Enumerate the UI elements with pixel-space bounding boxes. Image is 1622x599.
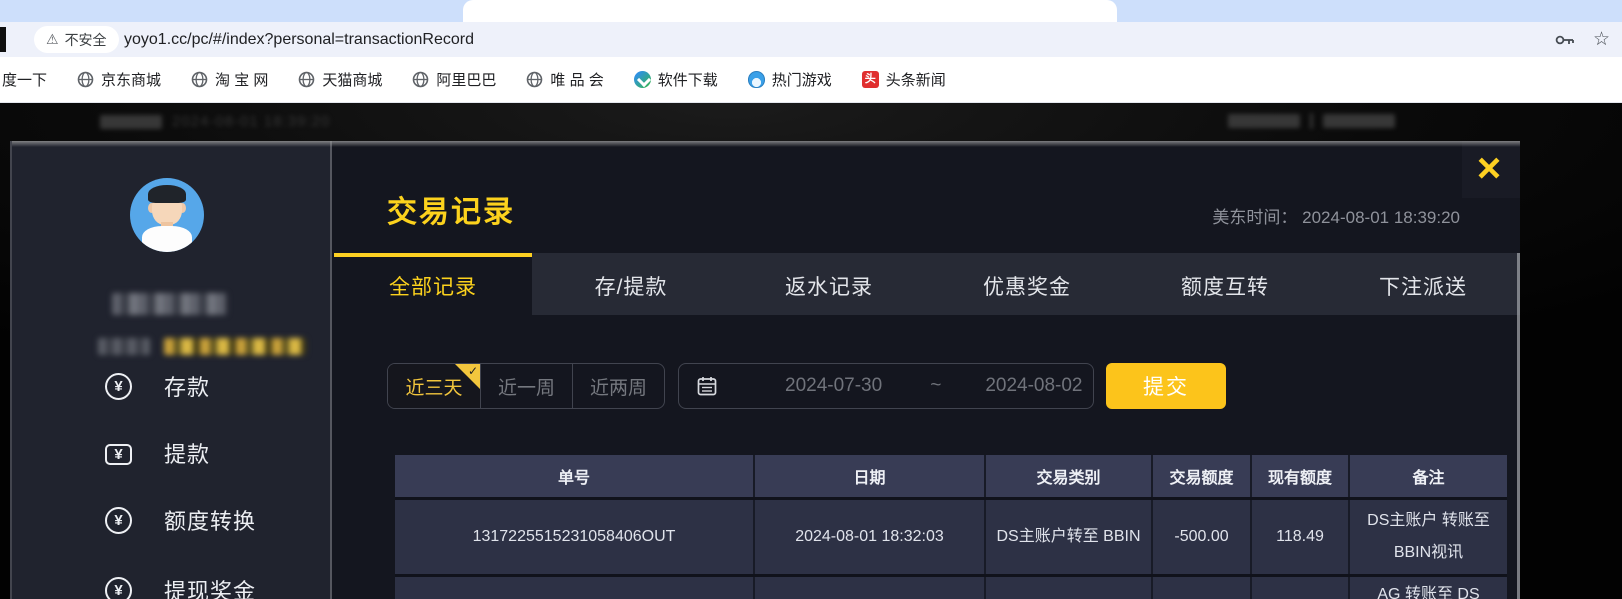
globe-icon: [77, 71, 94, 88]
modal-top-gradient: [12, 141, 1520, 147]
warning-icon: ⚠: [46, 31, 59, 48]
transfer-yen-icon: ¥: [105, 507, 132, 534]
globe-icon: [298, 71, 315, 88]
bookmark-star-icon[interactable]: ☆: [1593, 28, 1610, 51]
tab-bet-dispatch[interactable]: 下注派送: [1324, 253, 1520, 315]
table-row: 1317225515231058406OUT 2024-08-01 18:32:…: [395, 500, 1507, 574]
tab-all-records[interactable]: 全部记录: [334, 253, 532, 315]
browser-tabstrip: [0, 0, 1622, 22]
modal-content: × 交易记录 美东时间： 2024-08-01 18:39:20 全部记录 存/…: [334, 141, 1520, 599]
bookmarks-bar: 度一下 京东商城 淘 宝 网 天猫商城 阿里巴巴 唯 品 会 软件下载 热门游戏: [0, 57, 1622, 103]
username-blurred: [112, 293, 227, 315]
filter-row: 近三天 ✓ 近一周 近两周 2024-07-30 ~ 2024-08-02 提交: [334, 363, 1520, 409]
check-icon: ✓: [468, 364, 478, 378]
security-chip[interactable]: ⚠ 不安全: [34, 26, 119, 53]
date-range-picker[interactable]: 2024-07-30 ~ 2024-08-02: [678, 363, 1094, 409]
modal-title: 交易记录: [387, 187, 515, 231]
submit-button[interactable]: 提交: [1106, 363, 1226, 409]
close-icon[interactable]: ×: [1466, 143, 1512, 193]
cell-balance: 118.49: [1250, 500, 1348, 574]
bookmark-item[interactable]: 头 头条新闻: [862, 69, 946, 90]
range-last-week[interactable]: 近一周: [480, 364, 572, 408]
col-order-no: 单号: [395, 455, 753, 497]
sidebar-item-withdraw[interactable]: ¥ 提款: [12, 436, 332, 470]
tab-rebate-records[interactable]: 返水记录: [730, 253, 928, 315]
globe-icon: [412, 71, 429, 88]
bookmark-item[interactable]: 天猫商城: [298, 69, 382, 90]
bonus-yen-icon: ¥: [105, 577, 132, 599]
col-date: 日期: [753, 455, 984, 497]
cell-balance: [1250, 577, 1348, 599]
cell-amount: [1151, 577, 1250, 599]
date-separator: ~: [930, 375, 941, 397]
blurred-draw-info: 2024-08-01 18:39:20: [100, 113, 330, 130]
cell-type: [984, 577, 1151, 599]
transaction-record-modal: ¥ 存款 ¥ 提款 ¥ 额度转换 ¥ 提现奖金 × 交易记录 美东时间：: [10, 141, 1520, 599]
balance-amount-blurred: [164, 338, 306, 355]
eastern-time: 美东时间： 2024-08-01 18:39:20: [1212, 203, 1460, 228]
cell-date: [753, 577, 984, 599]
account-sidebar: ¥ 存款 ¥ 提款 ¥ 额度转换 ¥ 提现奖金: [12, 141, 332, 599]
table-header-row: 单号 日期 交易类别 交易额度 现有额度 备注: [395, 455, 1507, 497]
sidebar-item-deposit[interactable]: ¥ 存款: [12, 369, 332, 403]
globe-icon: [526, 71, 543, 88]
bookmark-item[interactable]: 淘 宝 网: [191, 69, 268, 90]
bookmark-item[interactable]: 京东商城: [77, 69, 161, 90]
bookmark-item[interactable]: 热门游戏: [748, 69, 832, 90]
range-last-3-days[interactable]: 近三天 ✓: [388, 364, 480, 408]
globe-icon: [191, 71, 208, 88]
cell-remark: DS主账户 转账至 BBIN视讯: [1348, 500, 1507, 574]
sidebar-item-withdraw-bonus[interactable]: ¥ 提现奖金: [12, 573, 332, 599]
deposit-yen-icon: ¥: [105, 373, 132, 400]
date-from-value[interactable]: 2024-07-30: [785, 375, 882, 397]
software-download-icon: [634, 71, 651, 88]
screen: ⚠ 不安全 yoyo1.cc/pc/#/index?personal=trans…: [0, 0, 1622, 599]
penguin-game-icon: [748, 71, 765, 88]
tab-deposit-withdraw[interactable]: 存/提款: [532, 253, 730, 315]
bookmark-item[interactable]: 唯 品 会: [526, 69, 603, 90]
blurred-page-links: [1228, 113, 1395, 129]
date-to-value[interactable]: 2024-08-02: [985, 375, 1082, 397]
security-chip-label: 不安全: [65, 30, 107, 50]
bookmark-item[interactable]: 软件下载: [634, 69, 718, 90]
url-text[interactable]: yoyo1.cc/pc/#/index?personal=transaction…: [124, 22, 474, 57]
cell-date: 2024-08-01 18:32:03: [753, 500, 984, 574]
cell-type: DS主账户转至 BBIN: [984, 500, 1151, 574]
withdraw-ticket-icon: ¥: [105, 444, 132, 465]
sidebar-item-credit-transfer[interactable]: ¥ 额度转换: [12, 503, 332, 537]
avatar[interactable]: [130, 178, 204, 252]
table-row: AG 转账至 DS: [395, 577, 1507, 599]
tab-credit-transfer[interactable]: 额度互转: [1126, 253, 1324, 315]
balance-label-blurred: [98, 338, 150, 355]
modal-scrollbar[interactable]: [1517, 253, 1520, 599]
bookmark-item[interactable]: 度一下: [2, 69, 47, 90]
browser-urlbar: ⚠ 不安全 yoyo1.cc/pc/#/index?personal=trans…: [0, 22, 1622, 57]
tab-promo-bonus[interactable]: 优惠奖金: [928, 253, 1126, 315]
col-remark: 备注: [1348, 455, 1507, 497]
timezone-label: 美东时间：: [1212, 208, 1297, 227]
bookmark-item[interactable]: 阿里巴巴: [412, 69, 496, 90]
quick-range-group: 近三天 ✓ 近一周 近两周: [387, 363, 665, 409]
browser-active-tab[interactable]: [463, 0, 1117, 22]
window-edge: [0, 27, 6, 52]
cell-remark: AG 转账至 DS: [1348, 577, 1507, 599]
cell-order-no: 1317225515231058406OUT: [395, 500, 753, 574]
toutiao-news-icon: 头: [862, 71, 879, 88]
transactions-table: 单号 日期 交易类别 交易额度 现有额度 备注 1317225515231058…: [395, 455, 1507, 599]
range-last-2-weeks[interactable]: 近两周: [572, 364, 664, 408]
password-key-icon[interactable]: [1554, 31, 1571, 48]
timestamp: 2024-08-01 18:39:20: [1302, 208, 1460, 227]
record-tabs: 全部记录 存/提款 返水记录 优惠奖金 额度互转 下注派送: [334, 253, 1520, 315]
col-balance: 现有额度: [1250, 455, 1348, 497]
calendar-icon: [697, 376, 717, 396]
cell-amount: -500.00: [1151, 500, 1250, 574]
cell-order-no: [395, 577, 753, 599]
col-amount: 交易额度: [1151, 455, 1250, 497]
col-type: 交易类别: [984, 455, 1151, 497]
